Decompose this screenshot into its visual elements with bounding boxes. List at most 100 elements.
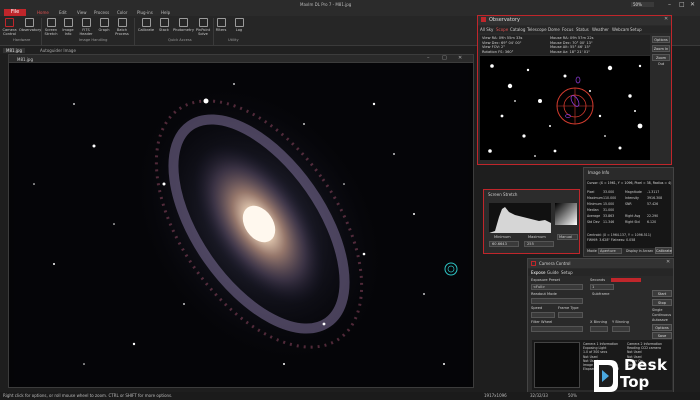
- divider: [134, 18, 135, 45]
- tab-status[interactable]: Status: [576, 27, 589, 32]
- close-icon[interactable]: ✕: [664, 16, 668, 22]
- title-bar: MaxIm DL Pro 7 - M81.jpg 50% – □ ✕: [0, 0, 700, 9]
- tab-all-sky[interactable]: All Sky: [480, 27, 493, 32]
- group-hardware: Hardware: [13, 38, 31, 42]
- window-title: MaxIm DL Pro 7 - M81.jpg: [300, 2, 352, 7]
- minimize-icon[interactable]: –: [427, 55, 430, 61]
- crosshair-icon: [198, 18, 208, 27]
- max-field[interactable]: 255: [524, 241, 554, 247]
- file-menu[interactable]: File: [4, 9, 26, 16]
- close-icon[interactable]: ✕: [690, 1, 695, 8]
- doc-tab-autoguider[interactable]: Autoguider Image: [40, 48, 76, 53]
- observatory-header: Observatory ✕: [478, 16, 671, 25]
- tab-telescope[interactable]: Telescope: [527, 27, 547, 32]
- tab-catalog[interactable]: Catalog: [510, 27, 525, 32]
- exposure-preset-select[interactable]: <Full>: [531, 284, 583, 290]
- stretch-mode-select[interactable]: Manual: [557, 234, 578, 240]
- doc-tab-m81[interactable]: M81.jpg: [3, 48, 26, 53]
- seconds-field[interactable]: 1: [590, 284, 614, 290]
- mode-label: Mode: [587, 249, 597, 253]
- filter-wheel-select[interactable]: [531, 326, 583, 332]
- maximize-icon[interactable]: □: [442, 55, 447, 61]
- camera-thumbnail: [534, 342, 580, 388]
- zoom-in-button[interactable]: Zoom In: [652, 45, 670, 52]
- minimize-icon[interactable]: –: [668, 1, 671, 8]
- histogram-icon: [46, 18, 56, 27]
- x-binning-label: X Binning: [590, 320, 608, 324]
- tab-scope[interactable]: Scope: [496, 27, 508, 32]
- mode-select[interactable]: Aperture: [598, 248, 622, 254]
- exposure-progress: [611, 278, 641, 282]
- graph-icon: [99, 18, 109, 27]
- min-label: Minimum: [494, 235, 511, 239]
- rotation-fs: Rotation FS: 360°: [482, 49, 514, 54]
- subframe-label: Subframe: [592, 292, 610, 296]
- readout-mode-label: Readout Mode: [531, 292, 557, 296]
- options-button[interactable]: Options: [652, 36, 670, 43]
- info-icon: [63, 18, 73, 27]
- calibrate-button[interactable]: Calibrate: [655, 247, 672, 254]
- batch-process-button[interactable]: Batch Process: [114, 17, 130, 36]
- pinpoint-solve-button[interactable]: PinPoint Solve: [194, 17, 212, 36]
- options-button[interactable]: Options: [652, 324, 672, 331]
- tab-setup[interactable]: Setup: [561, 270, 573, 275]
- divider: [41, 18, 42, 45]
- stretch-title: Screen Stretch: [488, 192, 518, 197]
- filter-wheel-label: Filter Wheel: [531, 320, 553, 324]
- group-image-handling: Image Handling: [79, 38, 108, 42]
- batch-icon: [117, 18, 127, 27]
- zoom-indicator[interactable]: 50%: [631, 2, 654, 7]
- image-info-title: Image Info: [588, 170, 610, 175]
- astro-image-canvas[interactable]: [14, 64, 468, 384]
- fits-header-button[interactable]: FITS Header: [78, 17, 94, 36]
- sky-chart[interactable]: [480, 56, 650, 160]
- stop-button[interactable]: Stop: [652, 299, 672, 306]
- start-button[interactable]: Start: [652, 290, 672, 297]
- seconds-label: Seconds: [590, 278, 606, 282]
- photometry-button[interactable]: Photometry: [173, 17, 194, 32]
- stretch-preview: [555, 203, 577, 225]
- camera-control-button[interactable]: Camera Control: [1, 17, 18, 36]
- star-map: [488, 64, 643, 157]
- tab-weather[interactable]: Weather: [592, 27, 609, 32]
- min-field[interactable]: 60.6643: [489, 241, 519, 247]
- frame-type-select[interactable]: [558, 312, 583, 318]
- filters-button[interactable]: Filters: [213, 17, 229, 32]
- group-quick-access: Quick Access: [168, 38, 192, 42]
- close-icon[interactable]: ✕: [666, 259, 670, 265]
- histogram[interactable]: [489, 203, 551, 233]
- speed-select[interactable]: [531, 312, 555, 318]
- observatory-button[interactable]: Observatory: [19, 17, 41, 32]
- tab-expose[interactable]: Expose: [531, 270, 545, 275]
- save-button[interactable]: Save: [652, 332, 672, 339]
- camera-icon: [5, 18, 14, 27]
- observatory-buttons: Options Zoom In Zoom Out: [652, 36, 670, 66]
- maximize-icon[interactable]: □: [679, 1, 685, 8]
- telescope-icon: [24, 18, 34, 27]
- filter-icon: [216, 18, 226, 27]
- display-arcsec-checkbox[interactable]: Display in Arcsec: [626, 249, 653, 254]
- calibrate-button[interactable]: Calibrate: [137, 17, 155, 32]
- tab-focus[interactable]: Focus: [562, 27, 573, 32]
- zoom-out-button[interactable]: Zoom Out: [652, 54, 670, 66]
- readout-mode-select[interactable]: [531, 298, 583, 304]
- y-binning-label: Y Binning: [612, 320, 629, 324]
- y-binning-select[interactable]: [612, 326, 630, 332]
- stack-button[interactable]: Stack: [156, 17, 172, 32]
- autosave-option[interactable]: Autosave: [652, 318, 668, 323]
- graph-button[interactable]: Graph: [96, 17, 112, 32]
- stats-cell: 6.120: [647, 220, 657, 224]
- log-button[interactable]: Log: [231, 17, 247, 32]
- group-utility: Utility: [228, 38, 239, 42]
- image-info-button[interactable]: Image Info: [60, 17, 76, 36]
- observatory-tabs: All Sky Scope Catalog Telescope Dome Foc…: [478, 26, 671, 33]
- frame-type-label: Frame Type: [558, 306, 579, 310]
- tab-dome[interactable]: Dome: [548, 27, 560, 32]
- tab-guide[interactable]: Guide: [547, 270, 559, 275]
- tab-setup[interactable]: Setup: [630, 27, 642, 32]
- screen-stretch-button[interactable]: Screen Stretch: [43, 17, 59, 36]
- tab-webcam[interactable]: Webcam: [612, 27, 629, 32]
- close-icon[interactable]: ✕: [458, 55, 462, 61]
- image-info-table: Cursor: (X = 1961, Y = 1096, Pixel = 38,…: [586, 180, 671, 248]
- x-binning-select[interactable]: [590, 326, 608, 332]
